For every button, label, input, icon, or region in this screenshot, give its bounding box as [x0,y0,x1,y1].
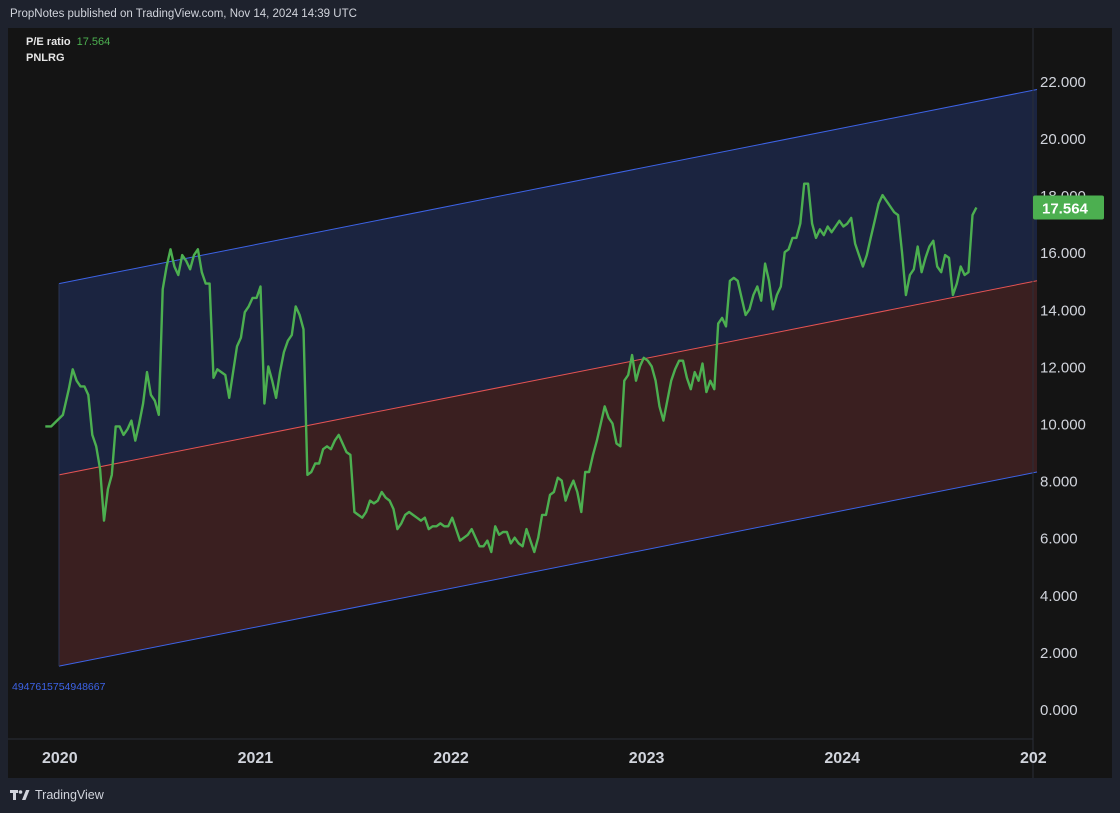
x-tick-label: 202 [1020,750,1047,767]
y-tick-label: 8.000 [1040,474,1078,491]
x-tick-label: 2020 [42,750,78,767]
legend-indicator-name: P/E ratio [26,36,71,48]
published-info: PropNotes published on TradingView.com, … [10,8,357,20]
y-tick-label: 6.000 [1040,531,1078,548]
y-tick-label: 2.000 [1040,645,1078,662]
x-tick-label: 2024 [824,750,860,767]
y-tick-label: 4.000 [1040,588,1078,605]
y-tick-label: 16.000 [1040,245,1086,262]
channel-label: 4947615754948667 [12,681,106,693]
legend-indicator[interactable]: P/E ratio 17.564 [26,36,110,48]
tradingview-brand: TradingView [35,788,104,802]
tradingview-logo[interactable]: TradingView [10,788,104,802]
tradingview-logo-icon [10,790,30,800]
y-tick-label: 12.000 [1040,359,1086,376]
legend-symbol[interactable]: PNLRG [26,52,65,64]
pe-ratio-chart[interactable]: 22.00020.00018.00016.00014.00012.00010.0… [8,28,1112,778]
x-tick-label: 2021 [238,750,274,767]
y-tick-label: 20.000 [1040,131,1086,148]
legend-indicator-value: 17.564 [76,36,111,48]
last-value-badge-text: 17.564 [1042,201,1089,218]
header-bar: PropNotes published on TradingView.com, … [0,0,1120,28]
footer-bar [0,780,1120,813]
y-tick-label: 14.000 [1040,302,1086,319]
y-tick-label: 22.000 [1040,74,1086,91]
y-tick-label: 0.000 [1040,702,1078,719]
x-tick-label: 2022 [433,750,469,767]
last-value-badge: 17.564 [1033,195,1104,220]
chart-frame[interactable]: 22.00020.00018.00016.00014.00012.00010.0… [8,28,1112,778]
x-tick-label: 2023 [629,750,665,767]
y-tick-label: 10.000 [1040,417,1086,434]
